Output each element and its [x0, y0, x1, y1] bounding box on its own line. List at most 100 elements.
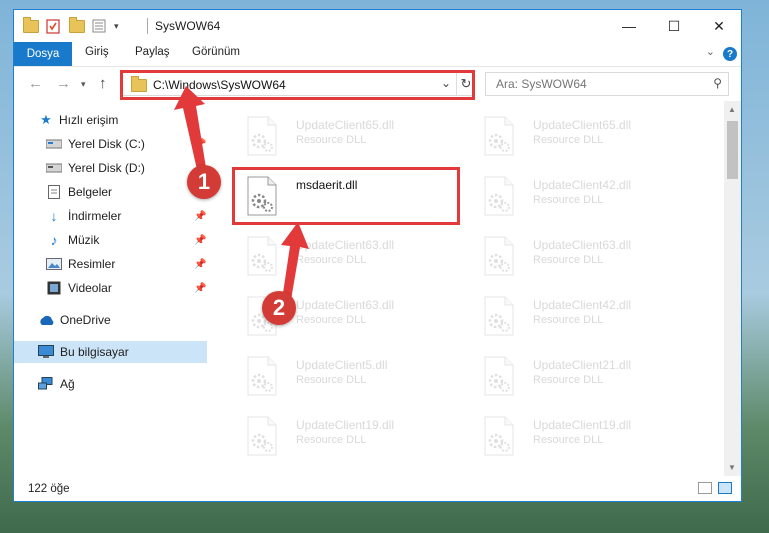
file-name: UpdateClient63.dll [533, 238, 632, 252]
cloud-icon [38, 313, 54, 327]
file-item[interactable]: UpdateClient5.dll Resource DLL [234, 350, 462, 402]
tab-share[interactable]: Paylaş [135, 46, 170, 58]
sidebar-item-label: Videolar [68, 281, 112, 295]
sidebar-item-quick-access[interactable]: ★ Hızlı erişim [14, 109, 207, 131]
sidebar-item-this-pc[interactable]: Bu bilgisayar [14, 341, 207, 363]
sidebar-item-local-disk-d[interactable]: Yerel Disk (D:) 📌 [14, 157, 207, 179]
pin-icon[interactable]: 📌 [194, 259, 206, 270]
step-marker-2: 2 [262, 291, 296, 325]
file-item[interactable]: UpdateClient42.dll Resource DLL [471, 170, 699, 222]
videos-icon [46, 281, 62, 295]
sidebar-item-network[interactable]: Ağ [14, 373, 207, 395]
search-icon[interactable]: ⚲ [713, 76, 722, 90]
close-button[interactable]: ✕ [696, 10, 742, 42]
sidebar-item-label: Yerel Disk (C:) [68, 137, 145, 151]
ribbon-expand-icon[interactable]: ⌄ [706, 45, 715, 58]
file-type: Resource DLL [296, 134, 367, 146]
sidebar-item-pictures[interactable]: Resimler 📌 [14, 253, 207, 275]
sidebar-item-label: Belgeler [68, 185, 113, 199]
file-item[interactable]: UpdateClient19.dll Resource DLL [234, 410, 462, 462]
file-item[interactable]: UpdateClient65.dll Resource DLL [471, 110, 699, 162]
dll-file-icon [483, 176, 515, 216]
pin-icon[interactable]: 📌 [194, 139, 206, 150]
sidebar-item-downloads[interactable]: ↓ İndirmeler 📌 [14, 205, 207, 227]
file-item[interactable]: UpdateClient65.dll Resource DLL [234, 110, 462, 162]
maximize-button[interactable]: ☐ [651, 10, 697, 42]
folder-icon [23, 16, 39, 35]
file-name: UpdateClient19.dll [533, 418, 632, 432]
computer-icon [38, 345, 54, 359]
ribbon-tabs: Dosya Giriş Paylaş Görünüm ⌄ ? [14, 42, 741, 67]
file-item[interactable]: UpdateClient63.dll Resource DLL [471, 230, 699, 282]
search-box[interactable]: ⚲ [485, 72, 729, 96]
status-bar: 122 öğe [14, 476, 741, 502]
pin-icon[interactable]: 📌 [194, 211, 206, 222]
search-input[interactable] [494, 76, 698, 92]
file-highlight [232, 167, 460, 225]
sidebar-item-label: Bu bilgisayar [60, 345, 129, 359]
sidebar-item-label: Resimler [68, 257, 116, 271]
music-icon: ♪ [50, 232, 58, 248]
file-type: Resource DLL [533, 254, 604, 266]
vertical-scrollbar[interactable]: ▲ ▼ [724, 101, 741, 476]
customize-toolbar-icon[interactable] [92, 17, 106, 35]
navigation-pane: ★ Hızlı erişim Yerel Disk (C:) 📌 Yerel D… [14, 102, 207, 476]
step-marker-1: 1 [187, 165, 221, 199]
sidebar-item-documents[interactable]: Belgeler 📌 [14, 181, 207, 203]
sidebar-item-onedrive[interactable]: OneDrive [14, 309, 207, 331]
properties-icon[interactable] [46, 17, 60, 35]
dll-file-icon [246, 236, 278, 276]
tab-view[interactable]: Görünüm [192, 46, 240, 58]
forward-button[interactable]: → [56, 75, 71, 92]
back-button[interactable]: ← [28, 75, 43, 92]
new-folder-icon[interactable] [69, 16, 85, 35]
sidebar-item-local-disk-c[interactable]: Yerel Disk (C:) 📌 [14, 133, 207, 155]
up-button[interactable]: ↑ [99, 75, 107, 92]
quick-access-dropdown-icon[interactable]: ▾ [114, 17, 119, 35]
sidebar-item-label: Ağ [60, 377, 75, 391]
title-separator [147, 18, 148, 34]
title-bar: ▾ SysWOW64 — ☐ ✕ [14, 10, 741, 42]
file-item[interactable]: UpdateClient63.dll Resource DLL [234, 230, 462, 282]
network-icon [38, 377, 54, 391]
file-item[interactable]: UpdateClient42.dll Resource DLL [471, 290, 699, 342]
sidebar-item-label: OneDrive [60, 313, 111, 327]
item-count: 122 öğe [28, 483, 70, 495]
drive-icon [46, 161, 62, 175]
tab-home[interactable]: Giriş [85, 46, 109, 58]
sidebar-item-label: İndirmeler [68, 209, 122, 223]
dll-file-icon [483, 356, 515, 396]
dll-file-icon [483, 236, 515, 276]
minimize-button[interactable]: — [606, 10, 652, 42]
file-list: UpdateClient65.dll Resource DLL UpdateClie… [220, 102, 726, 476]
sidebar-item-music[interactable]: ♪ Müzik 📌 [14, 229, 207, 251]
pin-icon[interactable]: 📌 [194, 283, 206, 294]
file-type: Resource DLL [296, 374, 367, 386]
sidebar-item-label: Hızlı erişim [59, 113, 119, 127]
file-type: Resource DLL [296, 314, 367, 326]
dll-file-icon [246, 116, 278, 156]
documents-icon [46, 185, 62, 199]
help-icon[interactable]: ? [723, 47, 737, 61]
sidebar-item-videos[interactable]: Videolar 📌 [14, 277, 207, 299]
file-item[interactable]: UpdateClient21.dll Resource DLL [471, 350, 699, 402]
dll-file-icon [246, 356, 278, 396]
address-bar-highlight [120, 70, 475, 100]
pictures-icon [46, 257, 62, 271]
scroll-down-icon[interactable]: ▼ [728, 463, 736, 472]
dll-file-icon [483, 296, 515, 336]
pin-icon[interactable]: 📌 [194, 235, 206, 246]
file-item[interactable]: UpdateClient19.dll Resource DLL [471, 410, 699, 462]
file-name: UpdateClient42.dll [533, 178, 632, 192]
file-type: Resource DLL [533, 374, 604, 386]
scroll-thumb[interactable] [727, 121, 738, 179]
scroll-up-icon[interactable]: ▲ [728, 105, 736, 114]
file-type: Resource DLL [533, 194, 604, 206]
tab-file[interactable]: Dosya [14, 42, 72, 66]
details-view-icon[interactable] [698, 482, 712, 494]
recent-locations-icon[interactable]: ▾ [81, 79, 86, 90]
drive-icon [46, 137, 62, 151]
dll-file-icon [483, 116, 515, 156]
file-name: UpdateClient21.dll [533, 358, 632, 372]
large-icons-view-icon[interactable] [718, 482, 732, 494]
